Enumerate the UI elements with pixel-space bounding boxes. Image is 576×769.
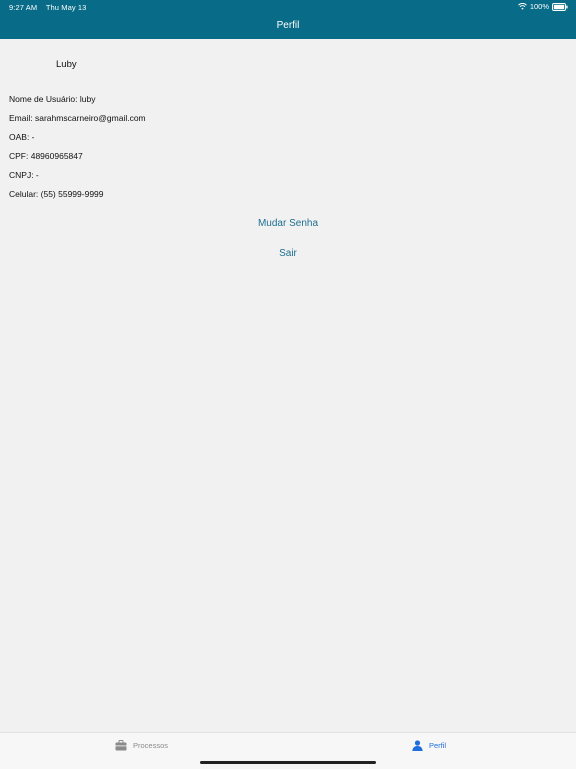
person-icon xyxy=(412,740,423,751)
app-header: 9:27 AM Thu May 13 100% Perfil xyxy=(0,0,576,39)
tab-processos[interactable]: Processos xyxy=(115,740,168,751)
tab-perfil[interactable]: Perfil xyxy=(412,740,446,751)
battery-icon xyxy=(552,2,568,11)
home-indicator xyxy=(200,761,376,764)
tab-perfil-label: Perfil xyxy=(429,741,447,750)
profile-name: Luby xyxy=(56,59,77,70)
clock-date: Thu May 13 xyxy=(45,3,87,12)
change-password-button[interactable]: Mudar Senha xyxy=(0,218,576,229)
clock-time: 9:27 AM xyxy=(9,3,38,12)
cnpj-field: CNPJ: - xyxy=(9,170,39,180)
cpf-field: CPF: 48960965847 xyxy=(9,151,83,161)
briefcase-icon xyxy=(115,740,127,751)
phone-field: Celular: (55) 55999-9999 xyxy=(9,189,104,199)
page-title: Perfil xyxy=(276,20,300,31)
wifi-icon xyxy=(517,3,527,10)
oab-field: OAB: - xyxy=(9,132,35,142)
battery-percent: 100% xyxy=(529,2,549,11)
logout-button[interactable]: Sair xyxy=(0,248,576,259)
tab-processos-label: Processos xyxy=(133,741,169,750)
username-field: Nome de Usuário: luby xyxy=(9,94,96,104)
status-time: 9:27 AM Thu May 13 xyxy=(9,3,86,12)
email-field: Email: sarahmscarneiro@gmail.com xyxy=(9,113,146,123)
status-indicators: 100% xyxy=(517,2,568,11)
